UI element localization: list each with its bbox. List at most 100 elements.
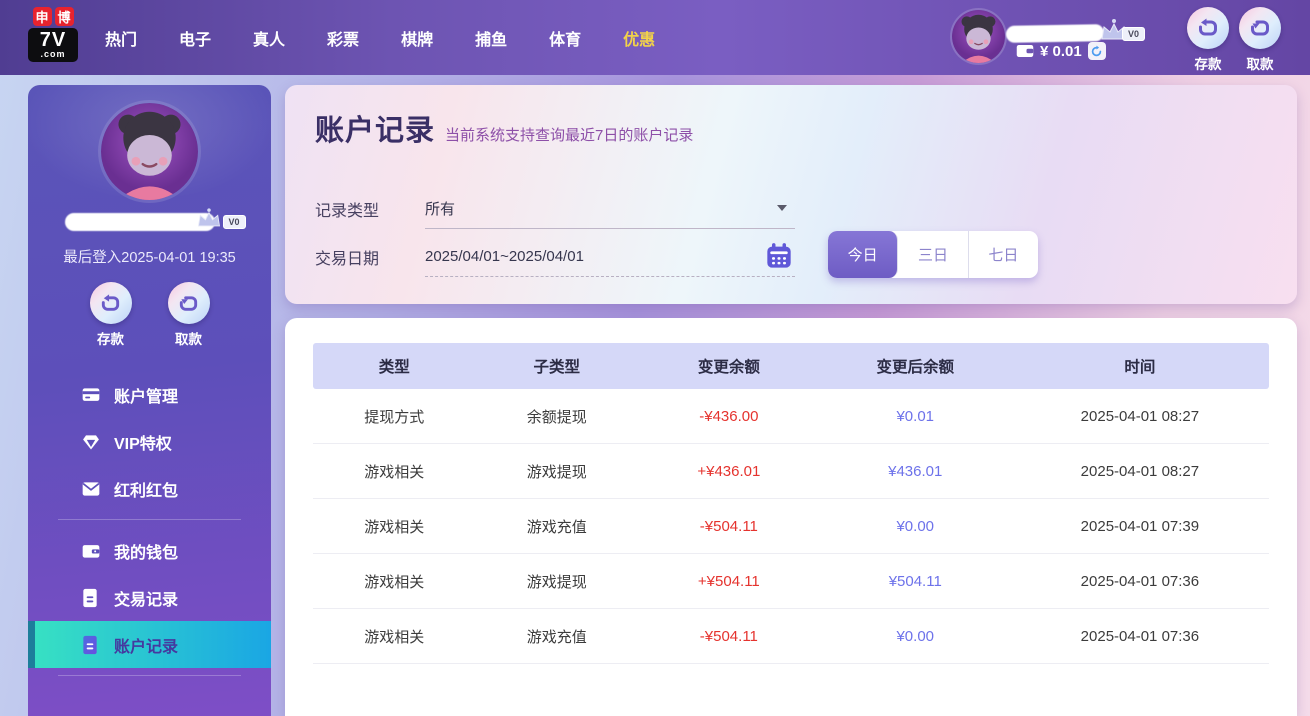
logo-box: 7V .com xyxy=(28,28,78,62)
deposit-label: 存款 xyxy=(1194,57,1222,72)
range-button-today[interactable]: 今日 xyxy=(828,231,899,278)
top-bar: 申 博 7V .com 热门 电子 真人 彩票 棋牌 捕鱼 体育 优惠 V0 ¥… xyxy=(0,0,1310,75)
logo-brand: 7V xyxy=(39,29,67,51)
col-header-time: 时间 xyxy=(1124,359,1156,376)
nav-item-sports[interactable]: 体育 xyxy=(528,26,602,50)
balance-area: ¥ 0.01 xyxy=(1016,41,1106,61)
sidebar-actions: 存款 取款 xyxy=(28,282,271,348)
record-type-label: 记录类型 xyxy=(315,202,380,220)
deposit-circle xyxy=(1187,7,1229,49)
nav-item-hot[interactable]: 热门 xyxy=(84,26,158,50)
cell-after-balance: ¥504.11 xyxy=(888,572,942,590)
logo-badges: 申 博 xyxy=(28,7,78,26)
cell-change: -¥504.11 xyxy=(699,517,758,535)
refresh-balance-icon[interactable] xyxy=(1087,42,1106,60)
sidebar-item-label: 账户记录 xyxy=(114,638,179,656)
cell-subtype: 游戏充值 xyxy=(526,518,587,536)
avatar[interactable] xyxy=(952,10,1005,63)
logo-suffix: .com xyxy=(40,49,66,59)
cell-type: 游戏相关 xyxy=(364,573,425,591)
cell-subtype: 游戏提现 xyxy=(526,463,587,481)
top-navigation: 热门 电子 真人 彩票 棋牌 捕鱼 体育 优惠 xyxy=(84,0,676,75)
table-row: 游戏相关 游戏提现 +¥504.11 ¥504.11 2025-04-01 07… xyxy=(313,554,1269,609)
sidebar-item-vip-privileges[interactable]: VIP特权 xyxy=(28,418,271,465)
deposit-arrow-icon xyxy=(1199,18,1217,36)
sidebar-avatar xyxy=(101,103,198,200)
cell-time: 2025-04-01 07:36 xyxy=(1080,627,1200,645)
nav-item-lottery[interactable]: 彩票 xyxy=(306,26,380,50)
page-title: 账户记录 xyxy=(315,115,436,147)
wallet-icon xyxy=(1016,45,1034,57)
sidebar-withdraw-button[interactable]: 取款 xyxy=(163,282,215,348)
logo-badge-2: 博 xyxy=(54,7,74,26)
sidebar-item-label: 账户管理 xyxy=(114,388,179,406)
sidebar-menu: 账户管理 VIP特权 红利红包 我的钱包 交易记录 账户记录 xyxy=(28,371,271,676)
cell-time: 2025-04-01 08:27 xyxy=(1080,407,1200,425)
sidebar-item-account-records[interactable]: 账户记录 xyxy=(28,621,271,668)
table-header-row: 类型 子类型 变更余额 变更后余额 时间 xyxy=(313,343,1269,389)
date-range-button-group: 今日 三日 七日 xyxy=(828,231,1038,278)
sidebar: V0 最后登入2025-04-01 19:35 存款 取款 账户管理 VIP特权… xyxy=(28,85,271,716)
record-type-filter-row: 记录类型 所有 xyxy=(315,188,1265,229)
cell-after-balance: ¥0.00 xyxy=(896,517,935,535)
sidebar-vip-level-badge: V0 xyxy=(222,215,246,229)
sidebar-avatar-image xyxy=(101,103,198,200)
record-type-value: 所有 xyxy=(425,200,456,218)
nav-item-fishing[interactable]: 捕鱼 xyxy=(454,26,528,50)
withdraw-arrow-icon xyxy=(1251,20,1269,36)
transaction-date-label: 交易日期 xyxy=(315,250,380,268)
site-logo[interactable]: 申 博 7V .com xyxy=(28,7,78,62)
sidebar-username-area: V0 xyxy=(64,208,246,233)
deposit-button[interactable]: 存款 xyxy=(1182,7,1234,73)
sidebar-item-red-packet[interactable]: 红利红包 xyxy=(28,465,271,512)
table-row: 游戏相关 游戏充值 -¥504.11 ¥0.00 2025-04-01 07:3… xyxy=(313,499,1269,554)
transaction-date-value: 2025/04/01~2025/04/01 xyxy=(425,247,584,265)
vip-gem-icon xyxy=(81,432,101,452)
col-header-subtype: 子类型 xyxy=(533,359,581,376)
balance-amount: ¥ 0.01 xyxy=(1040,42,1082,60)
cell-after-balance: ¥436.01 xyxy=(888,462,943,480)
avatar-image xyxy=(952,10,1005,63)
cell-after-balance: ¥0.01 xyxy=(896,407,935,425)
nav-item-promos[interactable]: 优惠 xyxy=(602,26,676,50)
nav-item-live[interactable]: 真人 xyxy=(232,26,306,50)
sidebar-item-my-wallet[interactable]: 我的钱包 xyxy=(28,527,271,574)
table-row: 游戏相关 游戏充值 -¥504.11 ¥0.00 2025-04-01 07:3… xyxy=(313,609,1269,664)
sidebar-withdraw-arrow-icon xyxy=(179,295,198,311)
sidebar-deposit-button[interactable]: 存款 xyxy=(85,282,137,348)
sidebar-item-label: 交易记录 xyxy=(114,591,179,609)
cell-type: 游戏相关 xyxy=(364,463,425,481)
table-row: 提现方式 余额提现 -¥436.00 ¥0.01 2025-04-01 08:2… xyxy=(313,389,1269,444)
sidebar-item-label: 我的钱包 xyxy=(114,544,179,562)
withdraw-label: 取款 xyxy=(1246,57,1274,72)
col-header-after: 变更后余额 xyxy=(876,359,954,376)
withdraw-button[interactable]: 取款 xyxy=(1234,7,1286,73)
cell-change: +¥436.01 xyxy=(697,462,761,480)
cell-time: 2025-04-01 08:27 xyxy=(1080,462,1200,480)
chevron-down-icon xyxy=(777,205,787,211)
cell-type: 游戏相关 xyxy=(364,518,425,536)
transaction-date-input[interactable]: 2025/04/01~2025/04/01 xyxy=(425,236,795,277)
sidebar-item-account-management[interactable]: 账户管理 xyxy=(28,371,271,418)
sidebar-vip-crown-icon xyxy=(195,207,223,234)
calendar-icon[interactable] xyxy=(765,242,793,274)
vip-level-badge: V0 xyxy=(1122,27,1146,41)
nav-item-slots[interactable]: 电子 xyxy=(158,26,232,50)
sidebar-deposit-label: 存款 xyxy=(97,332,124,347)
cell-change: +¥504.11 xyxy=(697,572,760,590)
red-packet-icon xyxy=(81,479,101,499)
cell-type: 游戏相关 xyxy=(364,628,425,646)
bank-card-icon xyxy=(81,385,101,405)
sidebar-item-transaction-records[interactable]: 交易记录 xyxy=(28,574,271,621)
transaction-date-filter-row: 交易日期 2025/04/01~2025/04/01 xyxy=(315,236,1265,277)
menu-divider xyxy=(58,675,241,676)
range-button-three-days[interactable]: 三日 xyxy=(898,231,969,278)
cell-subtype: 游戏充值 xyxy=(526,628,587,646)
record-type-select[interactable]: 所有 xyxy=(425,188,795,229)
sidebar-deposit-arrow-icon xyxy=(101,293,120,311)
range-button-seven-days[interactable]: 七日 xyxy=(969,231,1038,278)
title-row: 账户记录 当前系统支持查询最近7日的账户记录 xyxy=(315,107,693,149)
logo-badge-1: 申 xyxy=(32,7,52,26)
nav-item-cards[interactable]: 棋牌 xyxy=(380,26,454,50)
cell-subtype: 余额提现 xyxy=(526,408,587,426)
